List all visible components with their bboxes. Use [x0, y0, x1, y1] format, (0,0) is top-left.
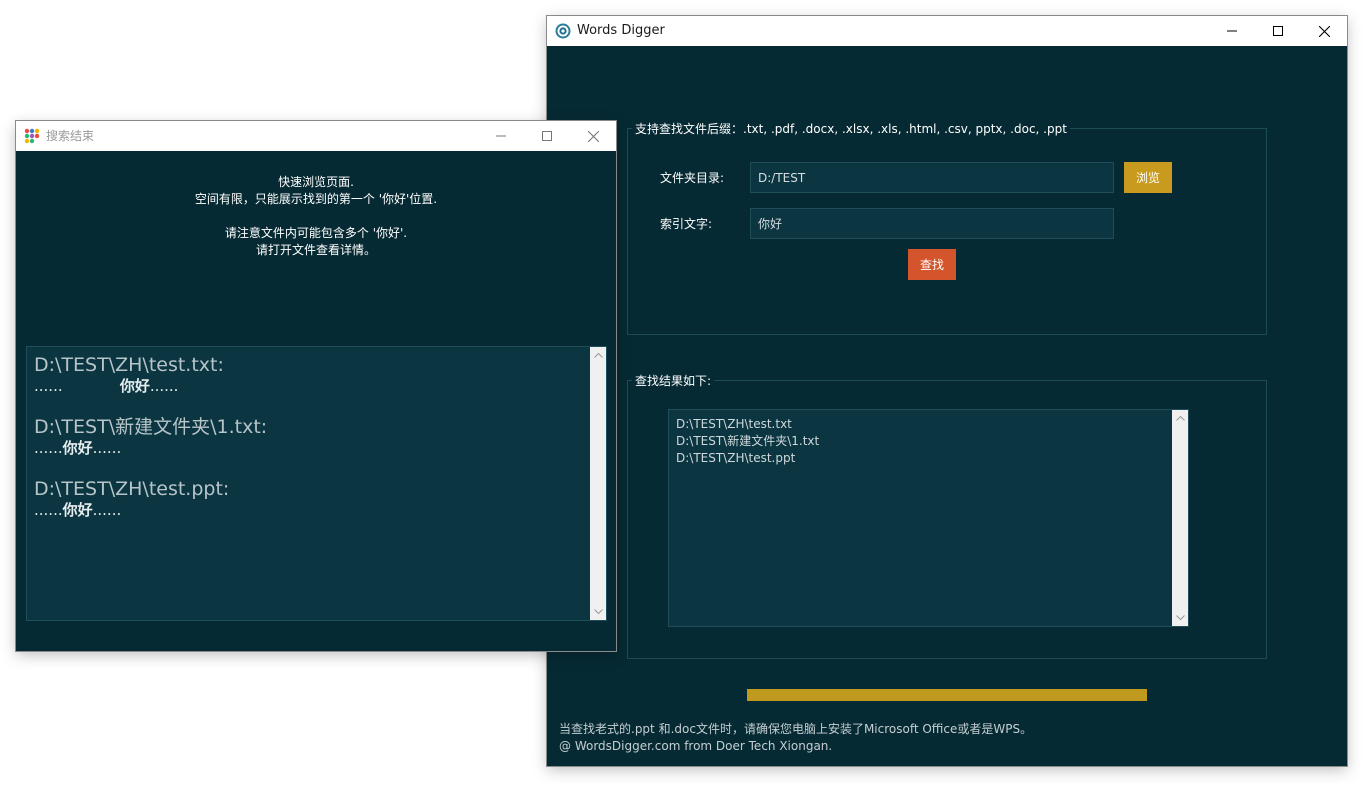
- app-logo-icon: [555, 23, 571, 39]
- minimize-button[interactable]: [478, 121, 524, 151]
- info-line: 请注意文件内可能包含多个 '你好'.: [224, 226, 408, 240]
- scroll-up-icon: [1175, 415, 1185, 421]
- browse-button[interactable]: 浏览: [1124, 162, 1172, 193]
- maximize-button[interactable]: [1255, 16, 1301, 46]
- close-icon: [587, 130, 599, 142]
- preview-box[interactable]: D:\TEST\ZH\test.txt: ...... 你好...... D:\…: [26, 346, 607, 621]
- footer-credit: @ WordsDigger.com from Doer Tech Xiongan…: [559, 739, 833, 753]
- search-button[interactable]: 查找: [908, 249, 956, 280]
- info-line: 快速浏览页面.: [278, 175, 354, 189]
- results-content: 快速浏览页面. 空间有限，只能展示找到的第一个 '你好'位置. 请注意文件内可能…: [16, 151, 616, 651]
- preview-file-path: D:\TEST\新建文件夹\1.txt:: [34, 416, 268, 438]
- keyword-input[interactable]: 你好: [750, 208, 1114, 239]
- close-icon: [1318, 25, 1330, 37]
- colorful-dots-icon: [24, 128, 40, 144]
- footer-note: 当查找老式的.ppt 和.doc文件时，请确保您电脑上安装了Microsoft …: [559, 722, 1033, 736]
- title-bar[interactable]: Words Digger: [547, 16, 1347, 46]
- scroll-down-icon: [1175, 615, 1185, 621]
- preview-scrollbar[interactable]: [590, 347, 606, 620]
- preview-file-path: D:\TEST\ZH\test.txt:: [34, 354, 224, 376]
- info-line: 空间有限，只能展示找到的第一个 '你好'位置.: [194, 192, 438, 206]
- preview-snippet: ......你好......: [34, 501, 122, 519]
- words-digger-window: Words Digger 支持查找文件后缀：.txt, .pdf, .docx,…: [547, 16, 1347, 766]
- results-list[interactable]: D:\TEST\ZH\test.txt D:\TEST\新建文件夹\1.txt …: [668, 409, 1189, 627]
- info-line: 请打开文件查看详情。: [255, 243, 376, 257]
- window-title: 搜索结束: [46, 129, 95, 143]
- result-item[interactable]: D:\TEST\ZH\test.txt: [676, 416, 819, 433]
- scroll-down-button[interactable]: [590, 604, 606, 620]
- search-results-window: 搜索结束 快速浏览页面. 空间有限，只能展示找到的第一个 '你好'位置. 请注意…: [16, 121, 616, 651]
- maximize-icon: [1273, 26, 1283, 36]
- result-item[interactable]: D:\TEST\新建文件夹\1.txt: [676, 433, 819, 450]
- results-group-label: 查找结果如下:: [632, 372, 715, 389]
- result-item[interactable]: D:\TEST\ZH\test.ppt: [676, 450, 819, 467]
- results-scrollbar[interactable]: [1172, 410, 1188, 626]
- close-button[interactable]: [570, 121, 616, 151]
- scroll-down-button[interactable]: [1172, 610, 1188, 626]
- minimize-button[interactable]: [1209, 16, 1255, 46]
- supported-extensions-label: 支持查找文件后缀：.txt, .pdf, .docx, .xlsx, .xls,…: [632, 120, 1070, 137]
- folder-label: 文件夹目录:: [660, 171, 725, 185]
- maximize-icon: [542, 131, 552, 141]
- scroll-up-icon: [593, 352, 603, 358]
- progress-bar: [747, 689, 1147, 701]
- minimize-icon: [1227, 30, 1237, 32]
- preview-file-path: D:\TEST\ZH\test.ppt:: [34, 478, 230, 500]
- scroll-down-icon: [593, 609, 603, 615]
- preview-snippet: ...... 你好......: [34, 377, 179, 395]
- folder-path-input[interactable]: D:/TEST: [750, 162, 1114, 193]
- window-title: Words Digger: [577, 23, 665, 38]
- close-button[interactable]: [1301, 16, 1347, 46]
- title-bar[interactable]: 搜索结束: [16, 121, 616, 151]
- scroll-up-button[interactable]: [590, 347, 606, 363]
- main-content: 支持查找文件后缀：.txt, .pdf, .docx, .xlsx, .xls,…: [547, 46, 1347, 766]
- preview-snippet: ......你好......: [34, 439, 122, 457]
- progress-fill: [747, 689, 1147, 701]
- scroll-up-button[interactable]: [1172, 410, 1188, 426]
- keyword-label: 索引文字:: [660, 217, 713, 231]
- minimize-icon: [496, 135, 506, 137]
- maximize-button[interactable]: [524, 121, 570, 151]
